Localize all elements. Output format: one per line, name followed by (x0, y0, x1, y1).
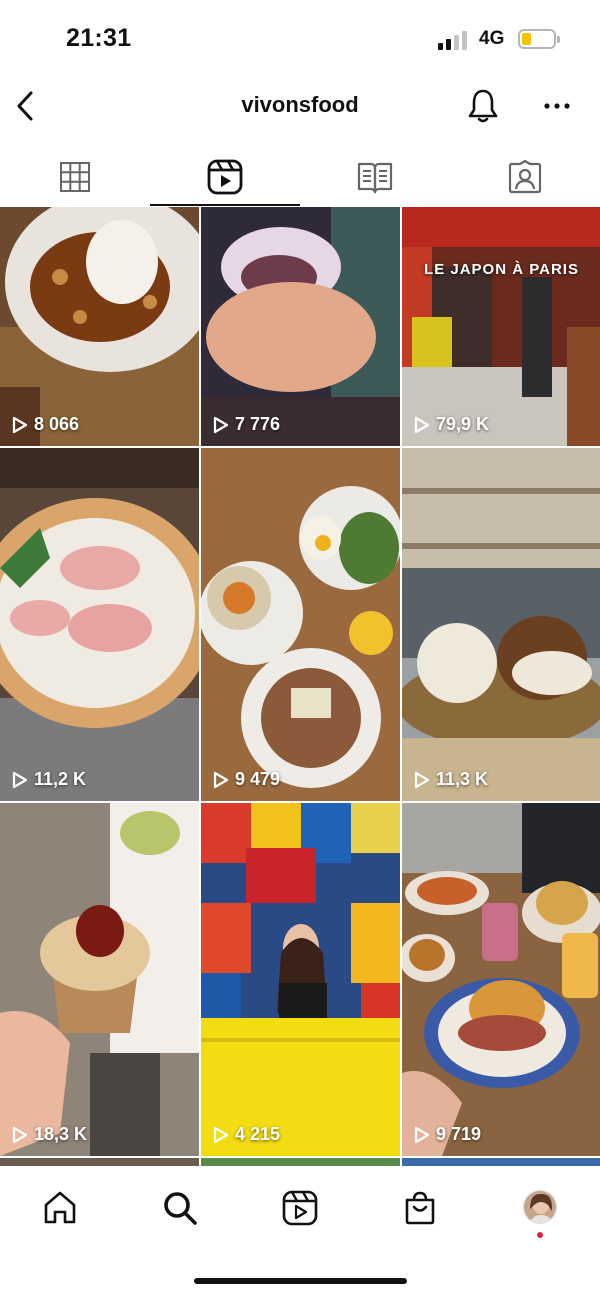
view-count: 7 776 (213, 414, 280, 435)
reel-tile[interactable]: 8 066 (0, 207, 199, 446)
reel-thumbnail (402, 448, 600, 801)
view-count: 9 719 (414, 1124, 481, 1145)
nav-profile[interactable] (480, 1170, 600, 1250)
reel-thumbnail (0, 207, 199, 446)
reel-tile[interactable]: 18,3 K (0, 803, 199, 1156)
status-bar: 21:31 4G (0, 0, 600, 80)
chevron-left-icon (17, 91, 33, 121)
reel-thumbnail (201, 803, 400, 1156)
tab-grid[interactable] (0, 148, 150, 206)
search-icon (164, 1192, 197, 1225)
reel-tile[interactable]: 9 719 (402, 803, 600, 1156)
notification-dot (537, 1232, 543, 1238)
bell-icon (468, 89, 498, 123)
play-icon (12, 1126, 28, 1143)
reels-icon (207, 159, 243, 195)
tab-tagged[interactable] (450, 148, 600, 206)
avatar (523, 1190, 557, 1224)
more-options-button[interactable] (540, 90, 574, 122)
view-count: 79,9 K (414, 414, 489, 435)
reel-thumbnail (402, 803, 600, 1156)
play-icon (213, 416, 229, 433)
play-icon (213, 771, 229, 788)
tab-reels[interactable] (150, 148, 300, 206)
play-icon (414, 771, 430, 788)
play-icon (12, 416, 28, 433)
reel-tile[interactable]: 4 215 (201, 803, 400, 1156)
more-horizontal-icon (544, 103, 570, 109)
play-icon (213, 1126, 229, 1143)
nav-reels[interactable] (240, 1170, 360, 1250)
bottom-nav (0, 1170, 600, 1250)
reels-grid: 8 066 7 776 LE JAPON À PARIS 79,9 K 11,2… (0, 207, 600, 1169)
reel-tile[interactable]: 7 776 (201, 207, 400, 446)
reel-tile[interactable]: 11,3 K (402, 448, 600, 801)
reel-thumbnail (0, 448, 199, 801)
reel-tile[interactable] (0, 1158, 199, 1166)
open-book-icon (357, 162, 393, 194)
reel-tile[interactable]: 11,2 K (0, 448, 199, 801)
reels-icon (282, 1190, 318, 1226)
reel-thumbnail (0, 803, 199, 1156)
notifications-button[interactable] (464, 86, 502, 126)
view-count: 4 215 (213, 1124, 280, 1145)
play-icon (12, 771, 28, 788)
shopping-bag-icon (405, 1191, 435, 1225)
reel-tile[interactable] (201, 1158, 400, 1166)
view-count: 11,3 K (414, 769, 488, 790)
home-indicator[interactable] (194, 1278, 407, 1284)
tab-guides[interactable] (300, 148, 450, 206)
status-time: 21:31 (66, 24, 132, 52)
reel-caption: LE JAPON À PARIS (424, 261, 579, 278)
profile-header: vivonsfood (0, 80, 600, 135)
nav-search[interactable] (120, 1170, 240, 1250)
network-label: 4G (479, 28, 505, 49)
play-icon (414, 1126, 430, 1143)
nav-home[interactable] (0, 1170, 120, 1250)
battery-icon (518, 29, 560, 49)
reel-tile[interactable]: 9 479 (201, 448, 400, 801)
reel-tile[interactable]: LE JAPON À PARIS 79,9 K (402, 207, 600, 446)
battery-level (522, 33, 531, 45)
back-button[interactable] (10, 88, 40, 124)
view-count: 11,2 K (12, 769, 86, 790)
avatar-icon (524, 1191, 556, 1223)
profile-tabs (0, 148, 600, 206)
reel-tile[interactable] (402, 1158, 600, 1166)
view-count: 18,3 K (12, 1124, 87, 1145)
view-count: 8 066 (12, 414, 79, 435)
reel-thumbnail (402, 207, 600, 446)
view-count: 9 479 (213, 769, 280, 790)
reel-thumbnail (201, 448, 400, 801)
home-icon (44, 1191, 76, 1224)
nav-shop[interactable] (360, 1170, 480, 1250)
tagged-person-icon (508, 160, 542, 194)
signal-icon (438, 30, 468, 50)
play-icon (414, 416, 430, 433)
reel-thumbnail (201, 207, 400, 446)
grid-icon (60, 162, 90, 192)
page-title: vivonsfood (241, 92, 359, 117)
